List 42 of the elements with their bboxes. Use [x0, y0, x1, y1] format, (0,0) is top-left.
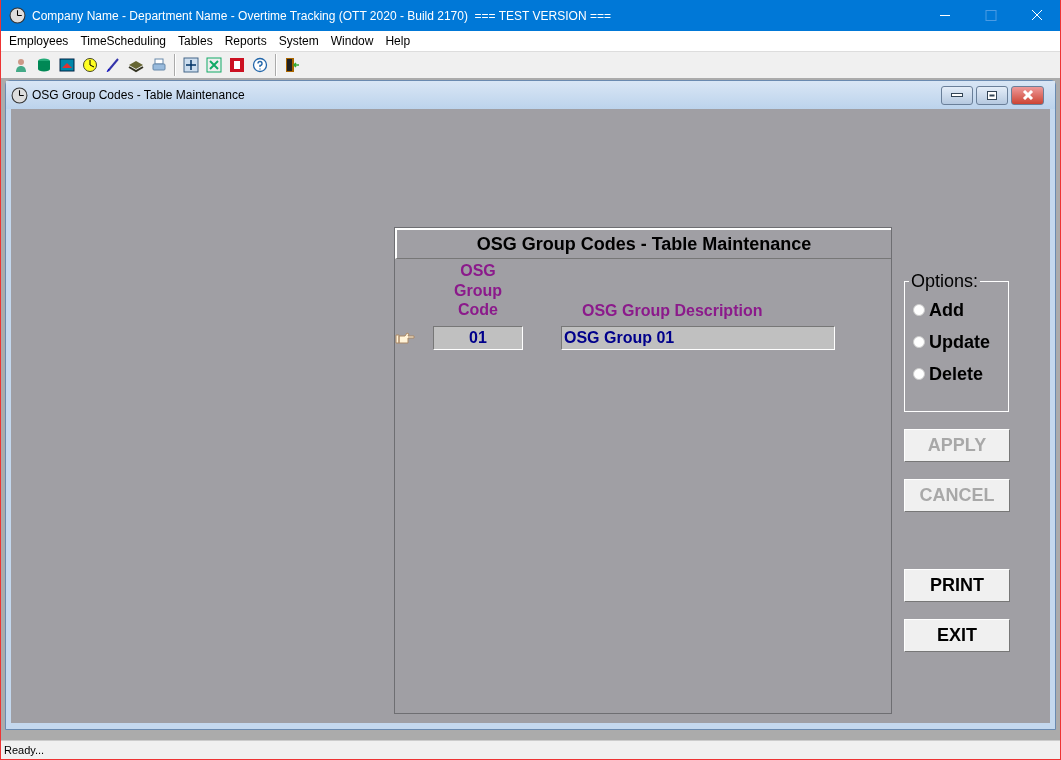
- code-field[interactable]: 01: [433, 325, 523, 350]
- menu-item[interactable]: Help: [379, 34, 417, 48]
- menu-item[interactable]: Tables: [172, 34, 219, 48]
- spreadsheet-icon[interactable]: [206, 57, 222, 73]
- close-icon: [1021, 90, 1034, 100]
- child-window-title: OSG Group Codes - Table Maintenance: [32, 88, 245, 102]
- minimize-icon: [951, 92, 963, 98]
- radio-button[interactable]: [913, 336, 925, 348]
- column-header: OSG Group Description: [582, 300, 763, 320]
- person-icon[interactable]: [13, 57, 29, 73]
- clock-icon[interactable]: [82, 57, 98, 73]
- clock-icon: [11, 86, 28, 104]
- menu-item[interactable]: System: [272, 34, 325, 48]
- option-label: Update: [929, 331, 990, 353]
- action-button[interactable]: PRINT: [904, 569, 1010, 602]
- document-icon[interactable]: [229, 57, 245, 73]
- menu-item[interactable]: TimeScheduling: [74, 34, 172, 48]
- status-text: Ready...: [1, 740, 1060, 759]
- window-title: Company Name - Department Name - Overtime Tracking (OTT 2020 - Build 2170) === TEST VERSION ===: [32, 8, 611, 23]
- radio-button[interactable]: [913, 368, 925, 380]
- menu-item[interactable]: Window: [324, 34, 380, 48]
- option-label: Add: [929, 299, 964, 321]
- pen-icon[interactable]: [105, 57, 121, 73]
- form-heading: OSG Group Codes - Table Maintenance: [395, 228, 891, 259]
- picture-icon[interactable]: [59, 57, 75, 73]
- menu-item[interactable]: Reports: [218, 34, 273, 48]
- restore-button[interactable]: [976, 85, 1008, 105]
- restore-icon: [987, 90, 997, 100]
- column-header: OSG Group Code: [453, 261, 503, 320]
- menu-item[interactable]: Employees: [3, 34, 75, 48]
- door-icon[interactable]: [284, 57, 300, 73]
- options-legend: Options:: [909, 271, 981, 292]
- action-button[interactable]: EXIT: [904, 619, 1010, 652]
- printer-icon[interactable]: [151, 57, 167, 73]
- option-label: Delete: [929, 363, 984, 385]
- minimize-button[interactable]: [941, 85, 973, 105]
- cylinder-icon[interactable]: [36, 57, 52, 73]
- clock-icon: [9, 7, 26, 24]
- close-button[interactable]: [1011, 85, 1044, 105]
- radio-button[interactable]: [913, 304, 925, 316]
- help-icon[interactable]: [252, 57, 268, 73]
- description-field[interactable]: OSG Group 01: [561, 325, 835, 350]
